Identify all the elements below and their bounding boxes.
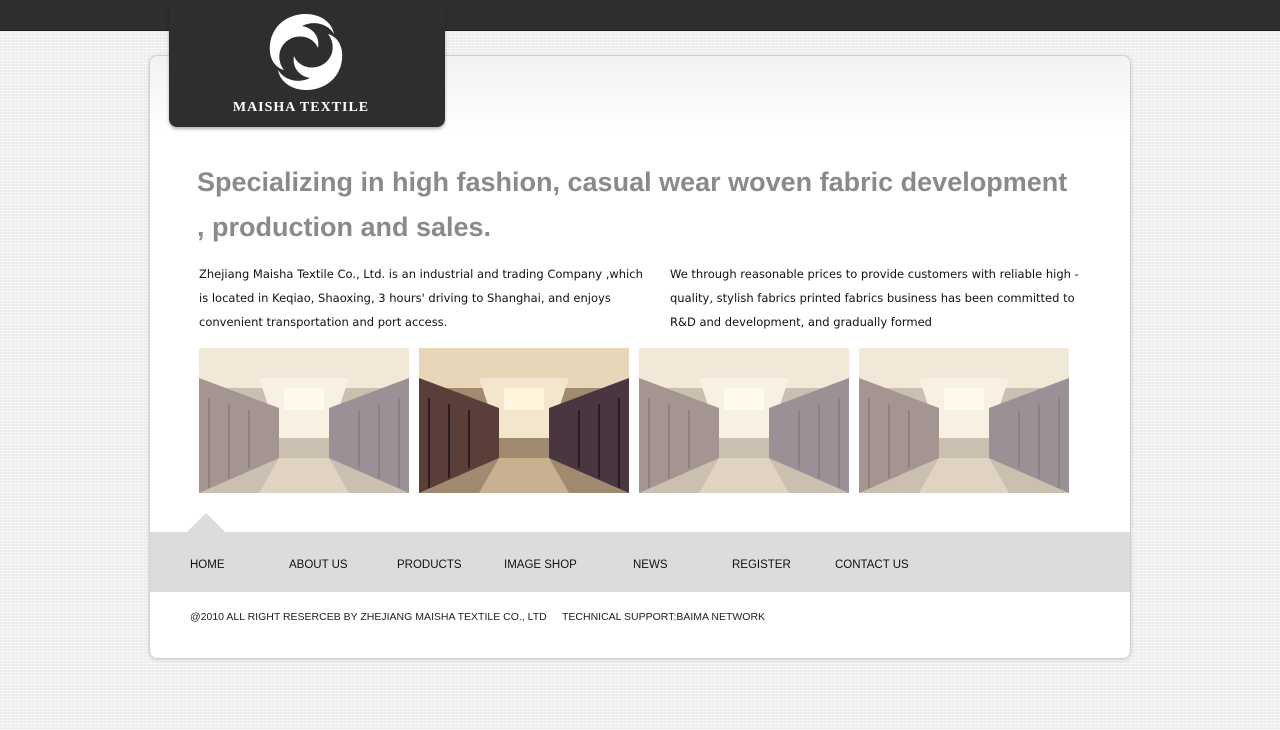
nav-contact-us[interactable]: CONTACT US: [835, 559, 909, 571]
nav-register[interactable]: REGISTER: [732, 559, 791, 571]
brand-name: MAISHA TEXTILE: [232, 100, 370, 115]
nav-image-shop[interactable]: IMAGE SHOP: [504, 559, 577, 571]
nav-news[interactable]: NEWS: [633, 559, 668, 571]
showroom-photo-3[interactable]: [639, 348, 849, 493]
nav-home[interactable]: HOME: [190, 559, 225, 571]
nav-about-us[interactable]: ABOUT US: [289, 559, 348, 571]
intro-text-right: We through reasonable prices to provide …: [670, 267, 1079, 329]
nav-products[interactable]: PRODUCTS: [397, 559, 462, 571]
footer-copyright: @2010 ALL RIGHT RESERCEB BY ZHEJIANG MAI…: [190, 611, 547, 623]
nav-active-pointer: [187, 513, 225, 532]
logo-block[interactable]: MAISHA TEXTILE: [169, 0, 445, 127]
footer-support-link[interactable]: TECHNICAL SUPPORT:BAIMA NETWORK: [562, 611, 765, 623]
showroom-photo-2[interactable]: [419, 348, 629, 493]
swirl-logo-icon: [269, 14, 343, 90]
showroom-photo-4[interactable]: [859, 348, 1069, 493]
intro-text-left: Zhejiang Maisha Textile Co., Ltd. is an …: [199, 267, 643, 329]
showroom-photo-1[interactable]: [199, 348, 409, 493]
page-headline: Specializing in high fashion, casual wea…: [197, 167, 1068, 242]
